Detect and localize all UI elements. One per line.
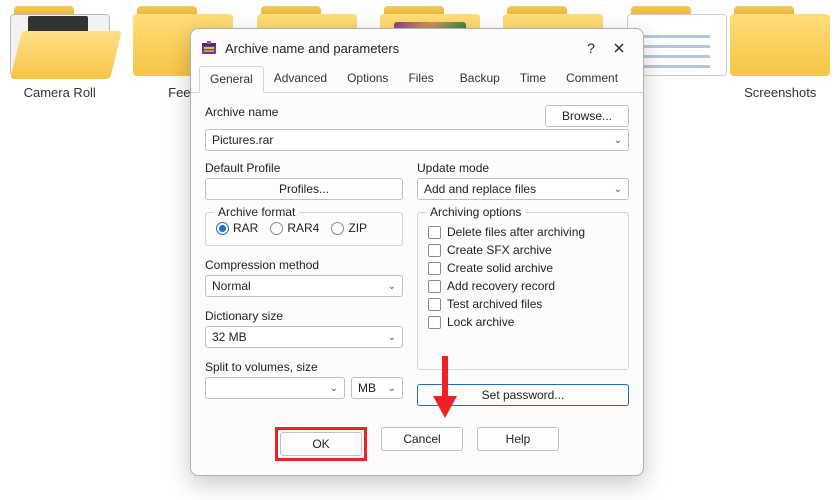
format-zip-radio[interactable]: ZIP (331, 221, 367, 235)
checkbox-icon (428, 226, 441, 239)
dialog-title: Archive name and parameters (225, 41, 577, 56)
tab-backup[interactable]: Backup (450, 66, 510, 93)
tab-comment[interactable]: Comment (556, 66, 628, 93)
update-mode-label: Update mode (417, 161, 489, 175)
radio-icon (216, 222, 229, 235)
dictionary-select[interactable]: 32 MB ⌄ (205, 326, 403, 348)
archive-format-legend: Archive format (214, 205, 299, 219)
close-button[interactable] (605, 37, 633, 59)
dialog-tabs: General Advanced Options Files Backup Ti… (191, 65, 643, 93)
winrar-icon (201, 40, 217, 56)
ok-highlight-annotation: OK (275, 427, 367, 461)
dialog-footer: OK Cancel Help (191, 416, 643, 475)
archive-name-value: Pictures.rar (212, 133, 273, 147)
archive-dialog: Archive name and parameters ? General Ad… (190, 28, 644, 476)
archive-name-label: Archive name (205, 105, 278, 119)
dialog-body: Archive name Browse... Pictures.rar ⌄ De… (191, 93, 643, 416)
opt-lock-archive[interactable]: Lock archive (428, 315, 618, 329)
opt-create-solid[interactable]: Create solid archive (428, 261, 618, 275)
checkbox-icon (428, 262, 441, 275)
chevron-down-icon: ⌄ (614, 184, 622, 195)
opt-create-sfx[interactable]: Create SFX archive (428, 243, 618, 257)
default-profile-label: Default Profile (205, 161, 280, 175)
radio-icon (270, 222, 283, 235)
archive-name-field[interactable]: Pictures.rar ⌄ (205, 129, 629, 151)
folder-label: Camera Roll (24, 85, 96, 100)
split-unit: MB (358, 381, 376, 395)
tab-time[interactable]: Time (510, 66, 556, 93)
split-label: Split to volumes, size (205, 360, 403, 374)
checkbox-icon (428, 298, 441, 311)
update-mode-value: Add and replace files (424, 182, 536, 196)
archiving-options-fieldset: Archiving options Delete files after arc… (417, 212, 629, 370)
titlebar: Archive name and parameters ? (191, 29, 643, 65)
chevron-down-icon: ⌄ (388, 383, 396, 394)
help-titlebar-button[interactable]: ? (577, 37, 605, 59)
update-mode-select[interactable]: Add and replace files ⌄ (417, 178, 629, 200)
folder-icon (730, 4, 830, 79)
split-size-select[interactable]: ⌄ (205, 377, 345, 399)
profiles-button[interactable]: Profiles... (205, 178, 403, 200)
checkbox-icon (428, 280, 441, 293)
tab-files[interactable]: Files (398, 66, 443, 93)
opt-test-files[interactable]: Test archived files (428, 297, 618, 311)
chevron-down-icon: ⌄ (388, 281, 396, 292)
chevron-down-icon: ⌄ (614, 135, 622, 146)
set-password-button[interactable]: Set password... (417, 384, 629, 406)
checkbox-icon (428, 316, 441, 329)
format-rar-radio[interactable]: RAR (216, 221, 258, 235)
compression-value: Normal (212, 279, 251, 293)
archive-format-fieldset: Archive format RAR RAR4 ZIP (205, 212, 403, 246)
tab-options[interactable]: Options (337, 66, 398, 93)
help-button[interactable]: Help (477, 427, 559, 451)
radio-icon (331, 222, 344, 235)
cancel-button[interactable]: Cancel (381, 427, 463, 451)
folder-label: Screenshots (744, 85, 816, 100)
ok-button[interactable]: OK (280, 432, 362, 456)
compression-label: Compression method (205, 258, 403, 272)
chevron-down-icon: ⌄ (388, 332, 396, 343)
folder-screenshots[interactable]: Screenshots (729, 0, 832, 100)
chevron-down-icon: ⌄ (330, 383, 338, 394)
opt-recovery-record[interactable]: Add recovery record (428, 279, 618, 293)
checkbox-icon (428, 244, 441, 257)
browse-button[interactable]: Browse... (545, 105, 629, 127)
dictionary-label: Dictionary size (205, 309, 403, 323)
tab-general[interactable]: General (199, 66, 264, 93)
split-unit-select[interactable]: MB ⌄ (351, 377, 403, 399)
compression-select[interactable]: Normal ⌄ (205, 275, 403, 297)
format-rar4-radio[interactable]: RAR4 (270, 221, 319, 235)
folder-camera-roll[interactable]: Camera Roll (8, 0, 111, 100)
opt-delete-files[interactable]: Delete files after archiving (428, 225, 618, 239)
dictionary-value: 32 MB (212, 330, 247, 344)
archiving-options-legend: Archiving options (426, 205, 525, 219)
tab-advanced[interactable]: Advanced (264, 66, 337, 93)
folder-icon (10, 4, 110, 79)
